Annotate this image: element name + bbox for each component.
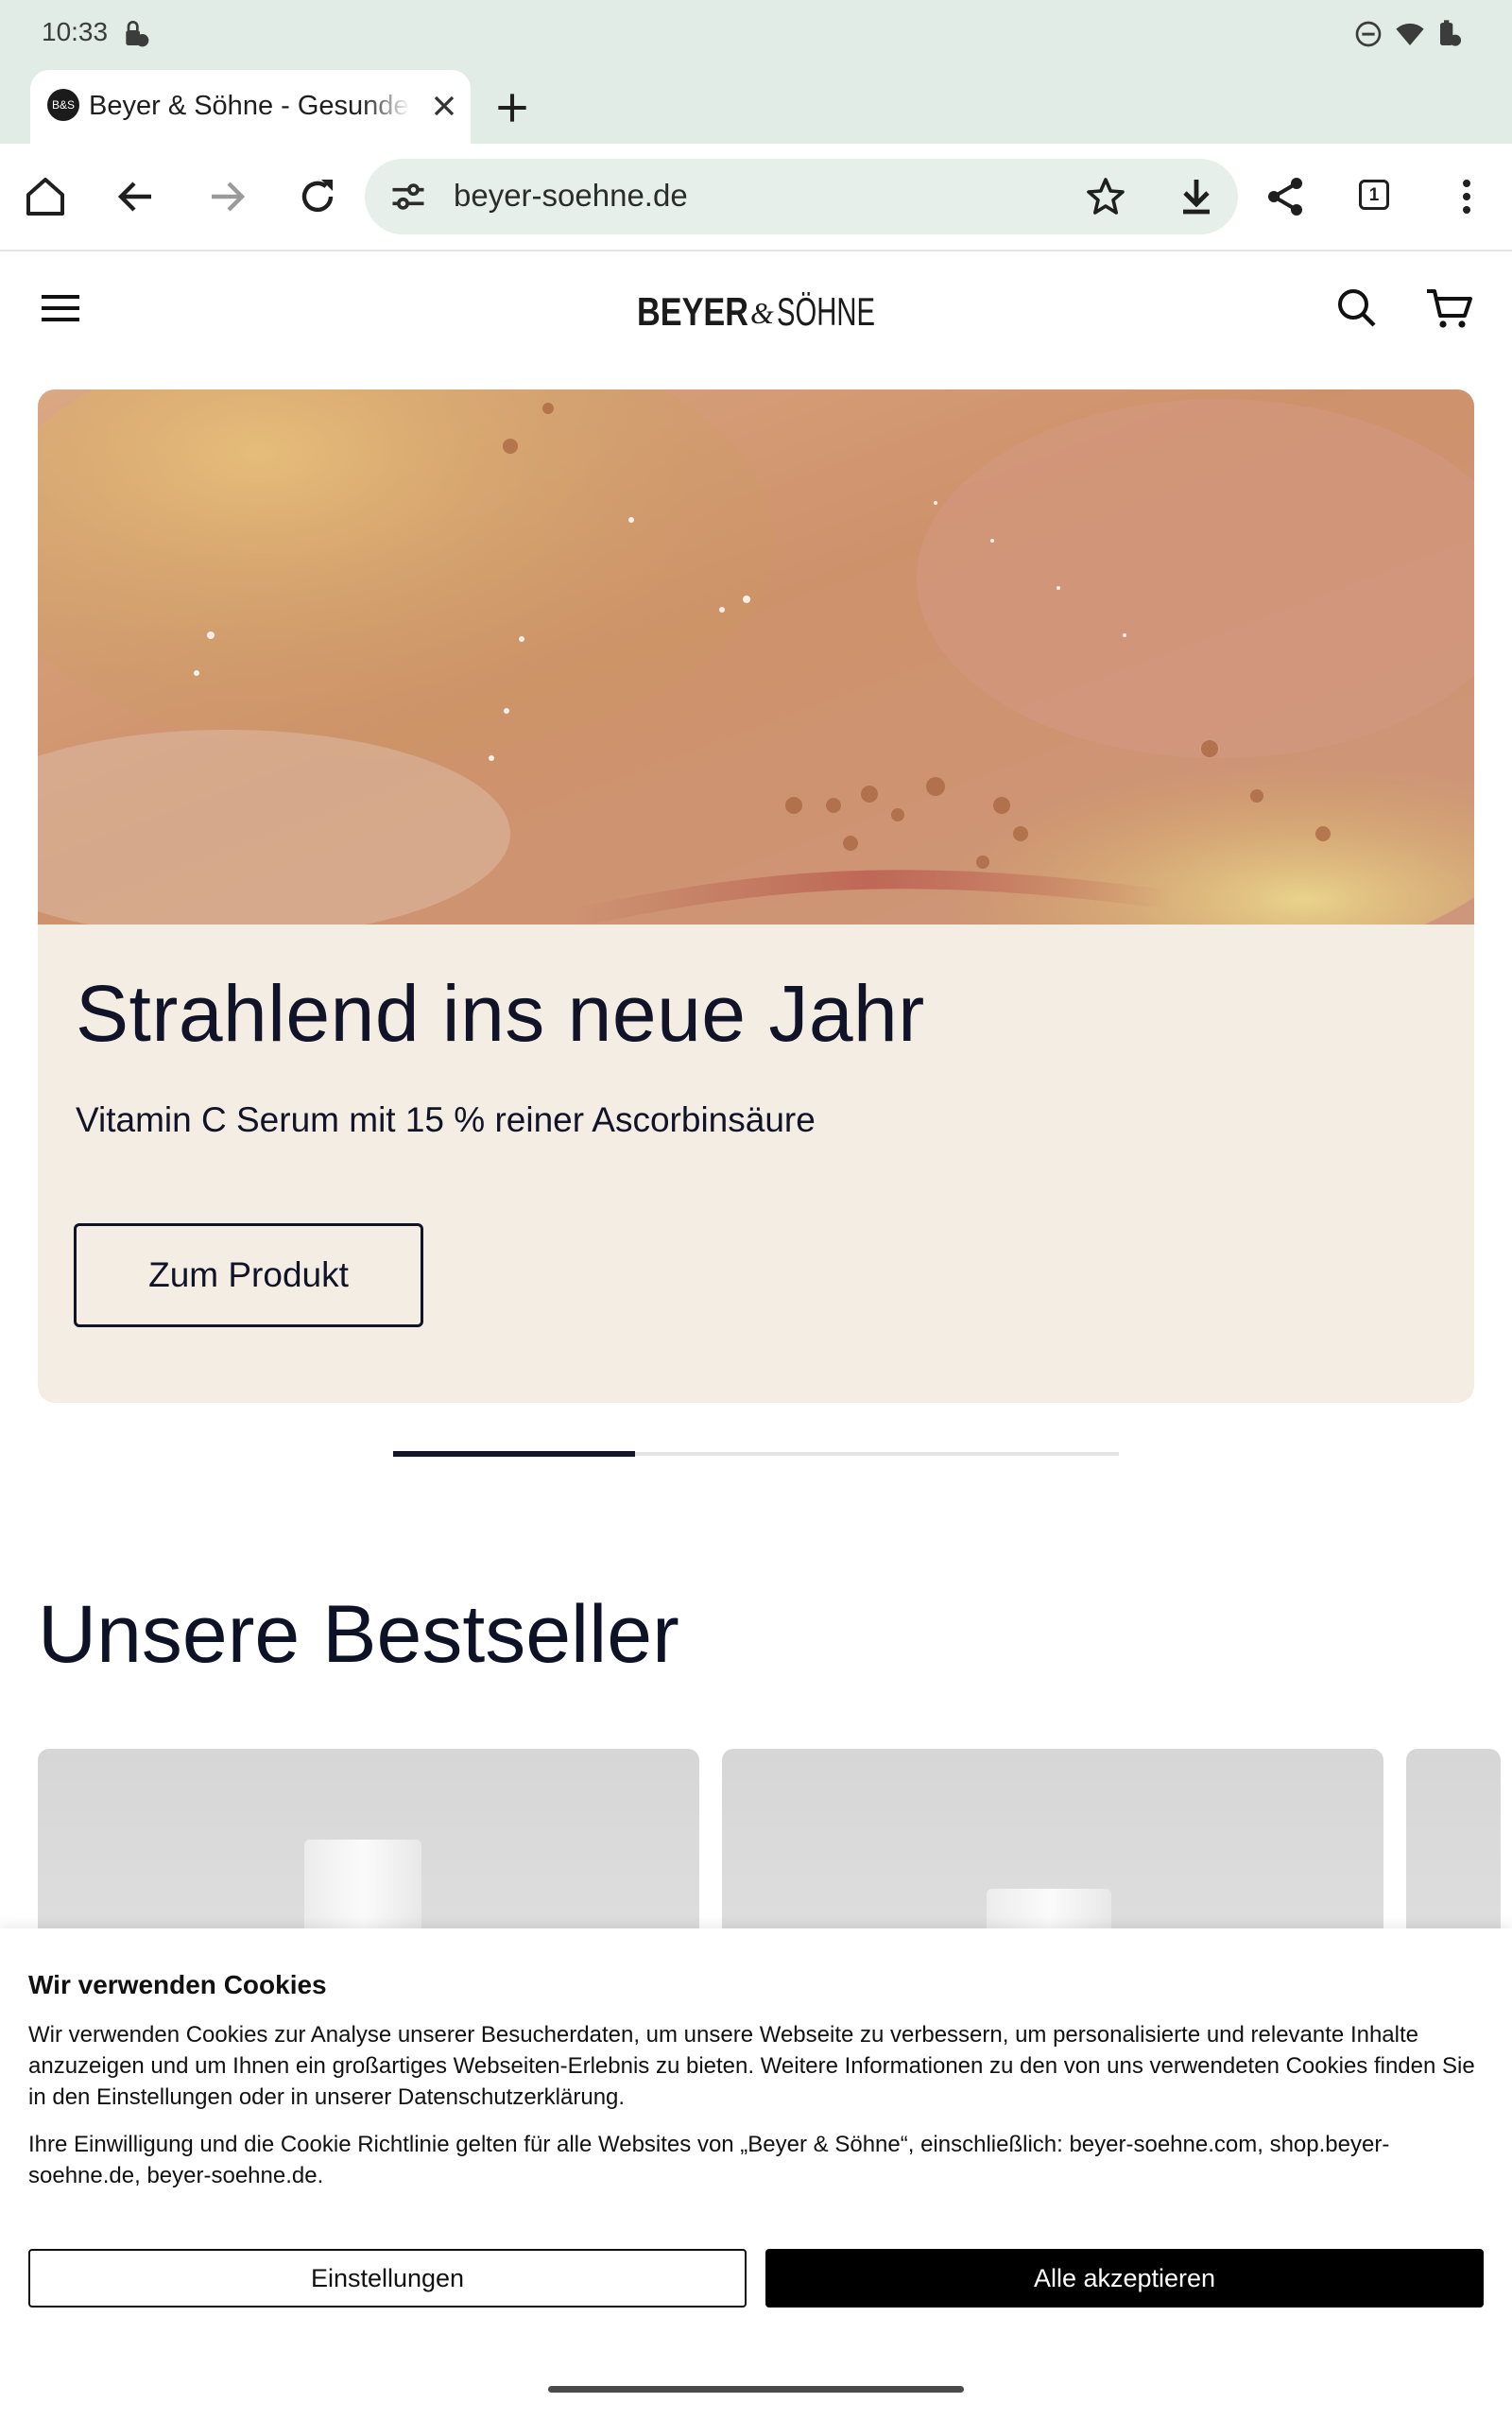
site-settings-icon[interactable] bbox=[387, 176, 429, 217]
logo-ampersand: & bbox=[750, 296, 774, 330]
logo-left: BEYER bbox=[637, 289, 748, 334]
cookie-title: Wir verwenden Cookies bbox=[28, 1970, 327, 1999]
cart-icon[interactable] bbox=[1425, 285, 1474, 331]
forward-icon[interactable] bbox=[204, 174, 249, 219]
hero-serum-image bbox=[38, 389, 1474, 925]
slider-progress[interactable] bbox=[393, 1451, 1119, 1457]
slider-progress-fill bbox=[393, 1451, 635, 1457]
gesture-navigation-bar[interactable] bbox=[548, 2386, 964, 2393]
do-not-disturb-icon bbox=[1355, 21, 1382, 47]
zum-produkt-button[interactable]: Zum Produkt bbox=[74, 1223, 423, 1327]
back-icon[interactable] bbox=[113, 174, 159, 219]
bestseller-heading: Unsere Bestseller bbox=[38, 1589, 679, 1680]
browser-tab-strip: B&S Beyer & Söhne - Gesunde Haut bbox=[0, 68, 1512, 146]
address-bar[interactable]: beyer-soehne.de bbox=[365, 159, 1238, 234]
home-icon[interactable] bbox=[23, 174, 68, 219]
cookie-banner: Wir verwenden Cookies Wir verwenden Cook… bbox=[0, 1928, 1512, 2420]
browser-tab[interactable]: B&S Beyer & Söhne - Gesunde Haut bbox=[30, 70, 471, 146]
site-header: BEYER & SÖHNE bbox=[0, 251, 1512, 389]
battery-icon bbox=[1440, 20, 1461, 46]
status-bar: 10:33 bbox=[0, 0, 1512, 68]
url-text: beyer-soehne.de bbox=[454, 178, 688, 213]
hero-subtitle: Vitamin C Serum mit 15 % reiner Ascorbin… bbox=[76, 1100, 816, 1139]
reload-icon[interactable] bbox=[295, 174, 340, 219]
brand-logo[interactable]: BEYER & SÖHNE bbox=[637, 280, 879, 337]
tab-count: 1 bbox=[1359, 180, 1389, 210]
search-icon[interactable] bbox=[1334, 285, 1380, 331]
hero-title: Strahlend ins neue Jahr bbox=[76, 969, 925, 1058]
accept-all-cookies-button[interactable]: Alle akzeptieren bbox=[765, 2249, 1484, 2308]
cookie-consent-text: Ihre Einwilligung und die Cookie Richtli… bbox=[28, 2132, 1390, 2188]
cookie-settings-button[interactable]: Einstellungen bbox=[28, 2249, 747, 2308]
tab-switcher-button[interactable]: 1 bbox=[1353, 174, 1399, 219]
lock-notification-icon bbox=[126, 21, 149, 47]
download-icon[interactable] bbox=[1174, 174, 1219, 219]
product-bottle-image bbox=[304, 1840, 421, 1938]
share-icon[interactable] bbox=[1263, 174, 1308, 219]
cookie-text: Wir verwenden Cookies zur Analyse unsere… bbox=[28, 2022, 1475, 2110]
hamburger-menu-icon[interactable] bbox=[38, 285, 83, 331]
hero-banner: Strahlend ins neue Jahr Vitamin C Serum … bbox=[38, 389, 1474, 1403]
new-tab-icon[interactable] bbox=[491, 87, 533, 129]
product-card[interactable] bbox=[1406, 1749, 1501, 1938]
wifi-icon bbox=[1396, 23, 1424, 45]
logo-right: SÖHNE bbox=[777, 289, 875, 334]
site-favicon: B&S bbox=[47, 89, 79, 121]
tab-title: Beyer & Söhne - Gesunde Haut bbox=[89, 91, 410, 121]
browser-toolbar: beyer-soehne.de 1 bbox=[0, 144, 1512, 251]
more-options-icon[interactable] bbox=[1444, 174, 1489, 219]
status-time: 10:33 bbox=[42, 17, 109, 46]
product-card[interactable] bbox=[38, 1749, 699, 1938]
close-tab-icon[interactable] bbox=[427, 89, 461, 123]
bookmark-star-icon[interactable] bbox=[1083, 174, 1128, 219]
product-card[interactable] bbox=[722, 1749, 1383, 1938]
